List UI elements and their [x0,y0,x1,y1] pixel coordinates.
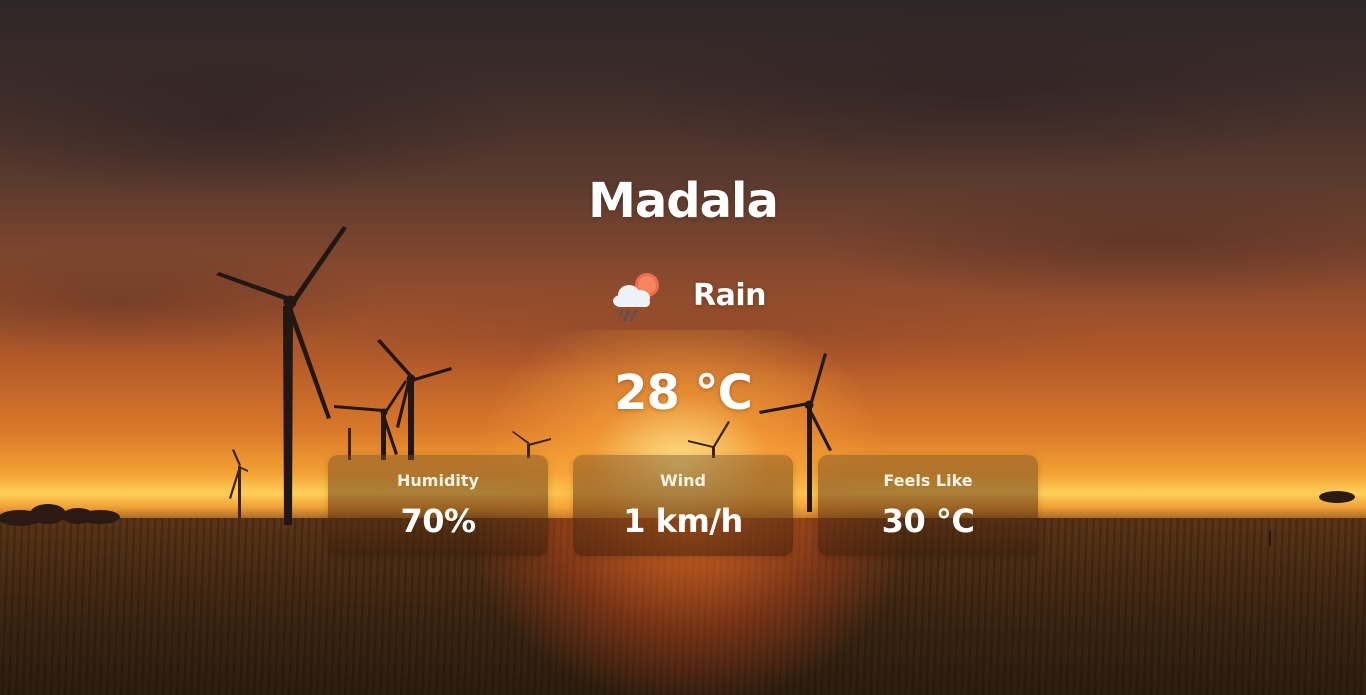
wind-card: Wind 1 km/h [573,455,793,556]
feels-like-label: Feels Like [883,471,973,490]
current-temperature: 28 °C [614,365,753,421]
wind-value: 1 km/h [623,502,743,540]
weather-condition: Rain [693,278,767,313]
humidity-value: 70% [400,502,476,540]
wind-label: Wind [660,471,706,490]
rain-cloud-sun-icon [613,273,659,322]
feels-like-value: 30 °C [881,502,975,540]
condition-row: Rain [583,268,783,326]
humidity-label: Humidity [397,471,479,490]
city-name: Madala [588,173,779,229]
weather-widget: Madala Rain 28 °C Humidity 70% Wind 1 km… [0,0,1366,695]
feels-like-card: Feels Like 30 °C [818,455,1038,556]
humidity-card: Humidity 70% [328,455,548,556]
